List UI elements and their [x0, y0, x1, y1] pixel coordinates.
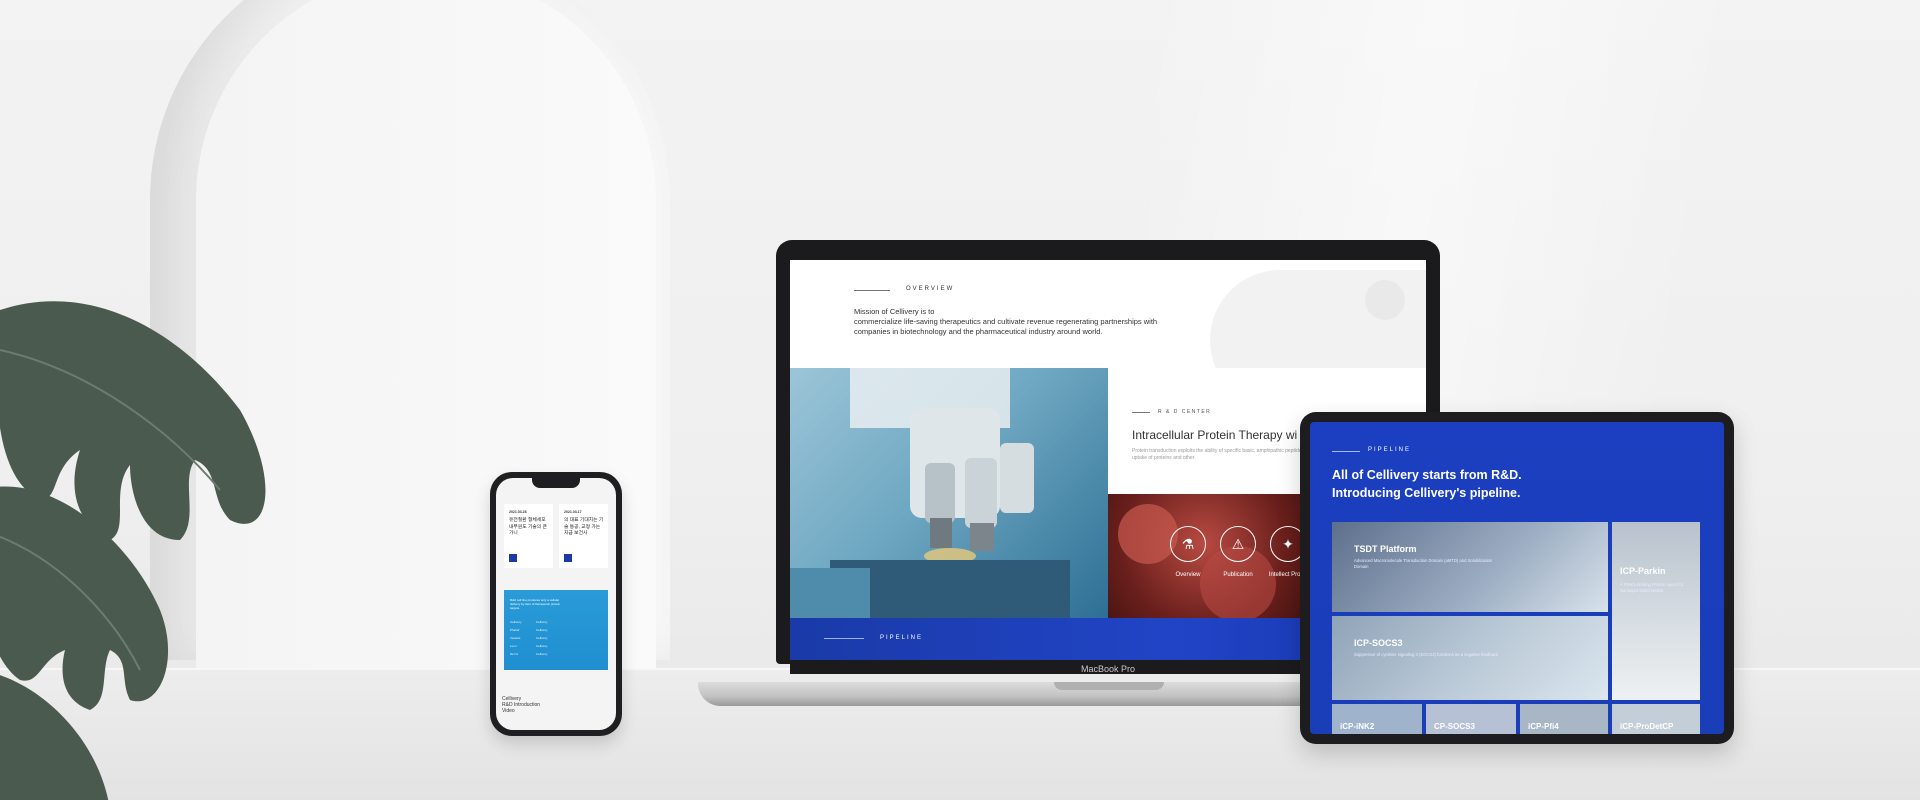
phone-notch — [532, 478, 580, 488]
mockup-scene: OVERVIEW Mission of Cellivery is to comm… — [0, 0, 1920, 800]
phone-device: 2021.03.28 유전질환 형체세포 내부원도 기술의 큰 가니 2021.… — [490, 472, 622, 736]
phone-row-3-value: Cellivery — [536, 636, 548, 640]
pipeline-divider — [824, 638, 864, 639]
bottom-card-1-title: iCP-iNK2 — [1340, 722, 1375, 731]
bottom-card-3[interactable]: iCP-Pfi4 — [1520, 704, 1608, 734]
news-card-2[interactable]: 2021.03.17 의 대표 기대치는 기술 통공, 교정 가는 지급 보건사 — [559, 504, 608, 568]
bottom-card-1[interactable]: iCP-iNK2 — [1332, 704, 1422, 734]
microscope-illustration — [790, 368, 1070, 618]
tsdt-platform-title: TSDT Platform — [1354, 544, 1417, 554]
bottom-card-2-title: CP-SOCS3 — [1434, 722, 1475, 731]
tablet-heading-line-1: All of Cellivery starts from R&D. — [1332, 468, 1522, 482]
laptop-notch — [1054, 682, 1164, 690]
publication-icon[interactable]: ⚠ — [1220, 526, 1256, 562]
phone-row-1-label: Cellivery — [510, 620, 522, 624]
mission-line-1: Mission of Cellivery is to — [854, 307, 935, 316]
publication-icon-glyph: ⚠ — [1231, 535, 1245, 552]
phone-screen: 2021.03.28 유전질환 형체세포 내부원도 기술의 큰 가니 2021.… — [496, 478, 616, 730]
news-card-2-date: 2021.03.17 — [564, 510, 582, 514]
mission-line-3: companies in biotechnology and the pharm… — [854, 327, 1103, 336]
rd-divider — [1132, 412, 1150, 413]
rd-title: Intracellular Protein Therapy wi — [1132, 428, 1298, 442]
tsdt-platform-desc: Advanced Macromolecule Transduction Doma… — [1354, 558, 1493, 569]
phone-row-5-value: Cellivery — [536, 652, 548, 656]
news-card-2-button[interactable] — [564, 554, 572, 562]
news-card-2-text: 의 대표 기대치는 기술 통공, 교정 가는 지급 보건사 — [564, 518, 604, 536]
tablet-screen: PIPELINE All of Cellivery starts from R&… — [1310, 422, 1724, 734]
phone-row-2-value: Cellivery — [536, 628, 548, 632]
overview-label: OVERVIEW — [906, 286, 955, 292]
pipeline-label: PIPELINE — [880, 635, 924, 641]
icp-socs3-desc: Suppressor of cytokine signaling 3 (SOCS… — [1354, 652, 1499, 657]
icp-parkin-card[interactable]: ICP-Parkin A PINK1-binding Protein Agent… — [1612, 522, 1700, 700]
phone-row-2-label: Phatidr — [510, 628, 520, 632]
phone-blue-title: Bold cell line produces only a cellular … — [510, 598, 561, 610]
tsdt-platform-card[interactable]: TSDT Platform Advanced Macromolecule Tra… — [1332, 522, 1608, 612]
bottom-card-4-title: iCP-ProDetCP — [1620, 722, 1674, 731]
decorative-circle — [1365, 280, 1405, 320]
phone-bottom-text: Cellivery R&D Introduction Video — [502, 696, 540, 714]
phone-row-4-value: Cellivery — [536, 644, 548, 648]
phone-row-5-label: Dermi — [510, 652, 518, 656]
tablet-pipeline-divider — [1332, 451, 1360, 452]
tablet-heading-line-2: Introducing Cellivery's pipeline. — [1332, 486, 1521, 500]
phone-bottom-line-3: Video — [502, 708, 515, 714]
microscope-image — [790, 368, 1108, 618]
intellectual-property-icon-glyph: ✦ — [1282, 535, 1294, 552]
overview-divider — [854, 290, 890, 291]
monstera-plant-image — [0, 301, 266, 800]
news-card-1-date: 2021.03.28 — [509, 510, 527, 514]
tablet-pipeline-label: PIPELINE — [1368, 447, 1412, 453]
overview-icon[interactable]: ⚗ — [1170, 526, 1206, 562]
tablet-device: PIPELINE All of Cellivery starts from R&… — [1300, 412, 1734, 744]
phone-row-1-value: Cellivery — [536, 620, 548, 624]
bottom-card-3-title: iCP-Pfi4 — [1528, 722, 1559, 731]
phone-row-4-label: Lumi — [510, 644, 517, 648]
overview-icon-glyph: ⚗ — [1181, 535, 1195, 552]
icp-parkin-title: ICP-Parkin — [1620, 566, 1666, 576]
bottom-card-4[interactable]: iCP-ProDetCP — [1612, 704, 1700, 734]
phone-blue-section: Bold cell line produces only a cellular … — [504, 590, 608, 670]
icp-socs3-card[interactable]: ICP-SOCS3 Suppressor of cytokine signali… — [1332, 616, 1608, 700]
news-card-1-text: 유전질환 형체세포 내부원도 기술의 큰 가니 — [509, 518, 547, 536]
mission-line-2: commercialize life-saving therapeutics a… — [854, 317, 1158, 326]
rd-label: R & D CENTER — [1158, 409, 1212, 415]
overview-section: OVERVIEW Mission of Cellivery is to comm… — [790, 260, 1426, 410]
icp-parkin-desc: A PINK1-binding Protein Agent for Damage… — [1620, 582, 1684, 593]
news-card-1[interactable]: 2021.03.28 유전질환 형체세포 내부원도 기술의 큰 가니 — [504, 504, 553, 568]
news-card-1-button[interactable] — [509, 554, 517, 562]
bottom-card-2[interactable]: CP-SOCS3 — [1426, 704, 1516, 734]
phone-row-3-label: Vessels — [510, 636, 521, 640]
icp-socs3-title: ICP-SOCS3 — [1354, 638, 1403, 648]
mission-text: Mission of Cellivery is to commercialize… — [854, 307, 1214, 337]
tablet-heading: All of Cellivery starts from R&D. Introd… — [1332, 466, 1692, 502]
